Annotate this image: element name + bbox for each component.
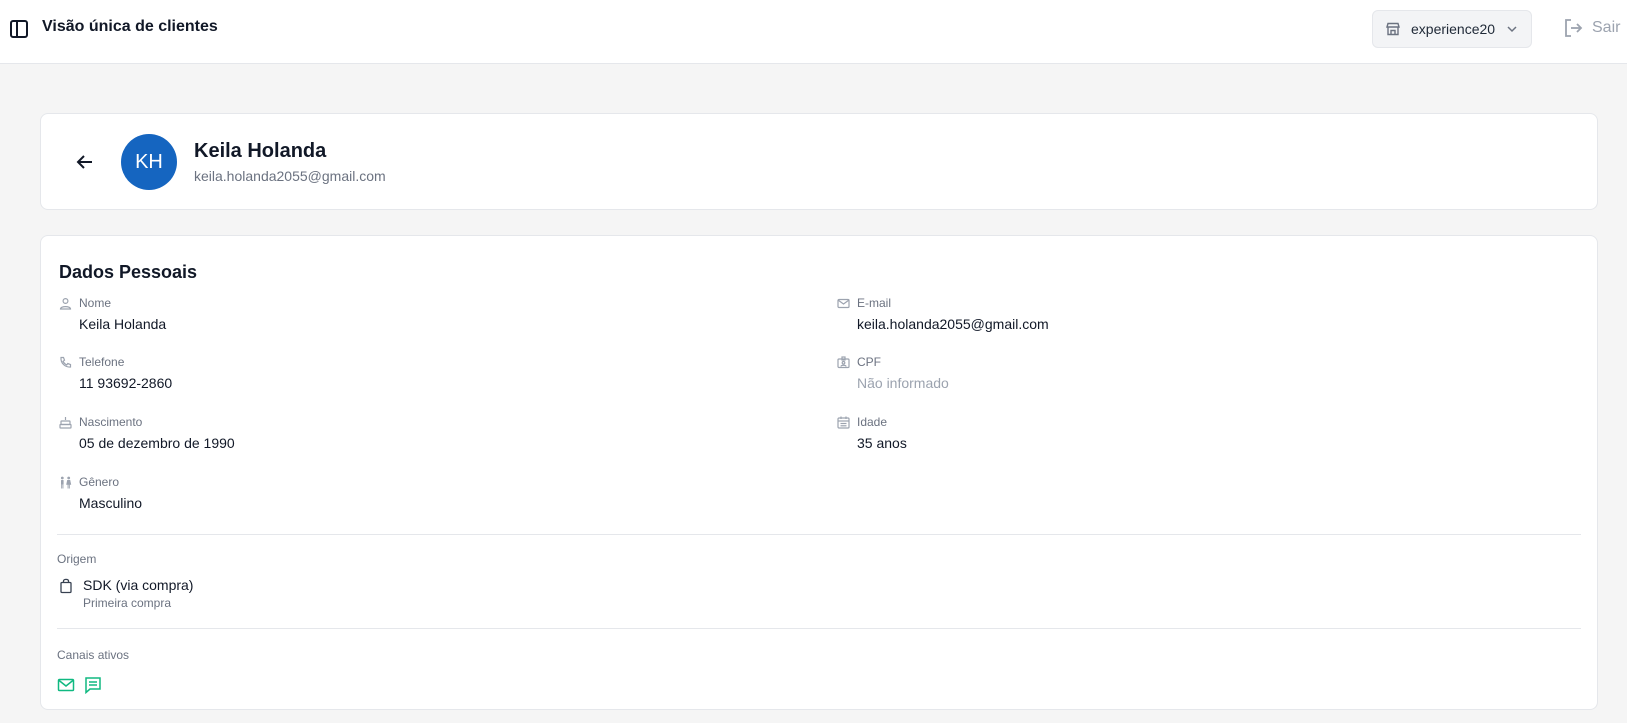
store-select-value: experience20 (1411, 21, 1496, 37)
field-value: 11 93692-2860 (79, 375, 173, 391)
field-label: CPF (857, 355, 881, 369)
field-label: Idade (857, 415, 888, 429)
field-label: Telefone (79, 355, 125, 369)
store-select[interactable]: experience20 (1372, 10, 1532, 48)
field-value: 05 de dezembro de 1990 (79, 435, 235, 451)
chat-icon[interactable] (84, 676, 102, 694)
gender-icon (59, 476, 72, 489)
origin-subtitle: Primeira compra (83, 596, 172, 610)
divider (57, 628, 1581, 629)
mail-icon (837, 297, 850, 310)
field-value: Masculino (79, 495, 143, 511)
back-arrow-icon[interactable] (73, 150, 97, 174)
section-title: Dados Pessoais (59, 262, 198, 282)
id-card-icon (837, 356, 850, 369)
field-label: E-mail (857, 296, 892, 310)
top-bar: Visão única de clientes experience20 Sai… (0, 0, 1627, 64)
field-label: Nascimento (79, 415, 143, 429)
divider (57, 534, 1581, 535)
sidebar-toggle-icon[interactable] (8, 18, 30, 40)
field-value: Keila Holanda (79, 316, 167, 332)
logout-button[interactable]: Sair (1562, 17, 1620, 39)
field-value: 35 anos (857, 435, 907, 451)
field-label: Gênero (79, 475, 120, 489)
chevron-down-icon (1505, 22, 1519, 36)
user-icon (59, 297, 72, 310)
field-value: keila.holanda2055@gmail.com (857, 316, 1049, 332)
avatar: KH (121, 134, 177, 190)
field-label: Nome (79, 296, 112, 310)
profile-header-card: KH Keila Holanda keila.holanda2055@gmail… (40, 113, 1598, 210)
shopping-bag-icon (59, 578, 73, 594)
channels-label: Canais ativos (57, 648, 130, 662)
origin-value: SDK (via compra) (83, 577, 194, 593)
origin-label: Origem (57, 552, 97, 566)
mail-icon[interactable] (57, 676, 75, 694)
calendar-icon (837, 416, 850, 429)
phone-icon (59, 356, 72, 369)
profile-email: keila.holanda2055@gmail.com (194, 168, 386, 184)
profile-name: Keila Holanda (194, 140, 327, 162)
logout-label: Sair (1592, 19, 1621, 36)
personal-data-card: Dados Pessoais Nome Keila Holanda E-mail… (40, 235, 1598, 710)
store-icon (1385, 21, 1401, 37)
field-value: Não informado (857, 375, 949, 391)
app-title: Visão única de clientes (42, 18, 218, 35)
cake-icon (59, 416, 72, 429)
logout-icon (1562, 17, 1584, 39)
